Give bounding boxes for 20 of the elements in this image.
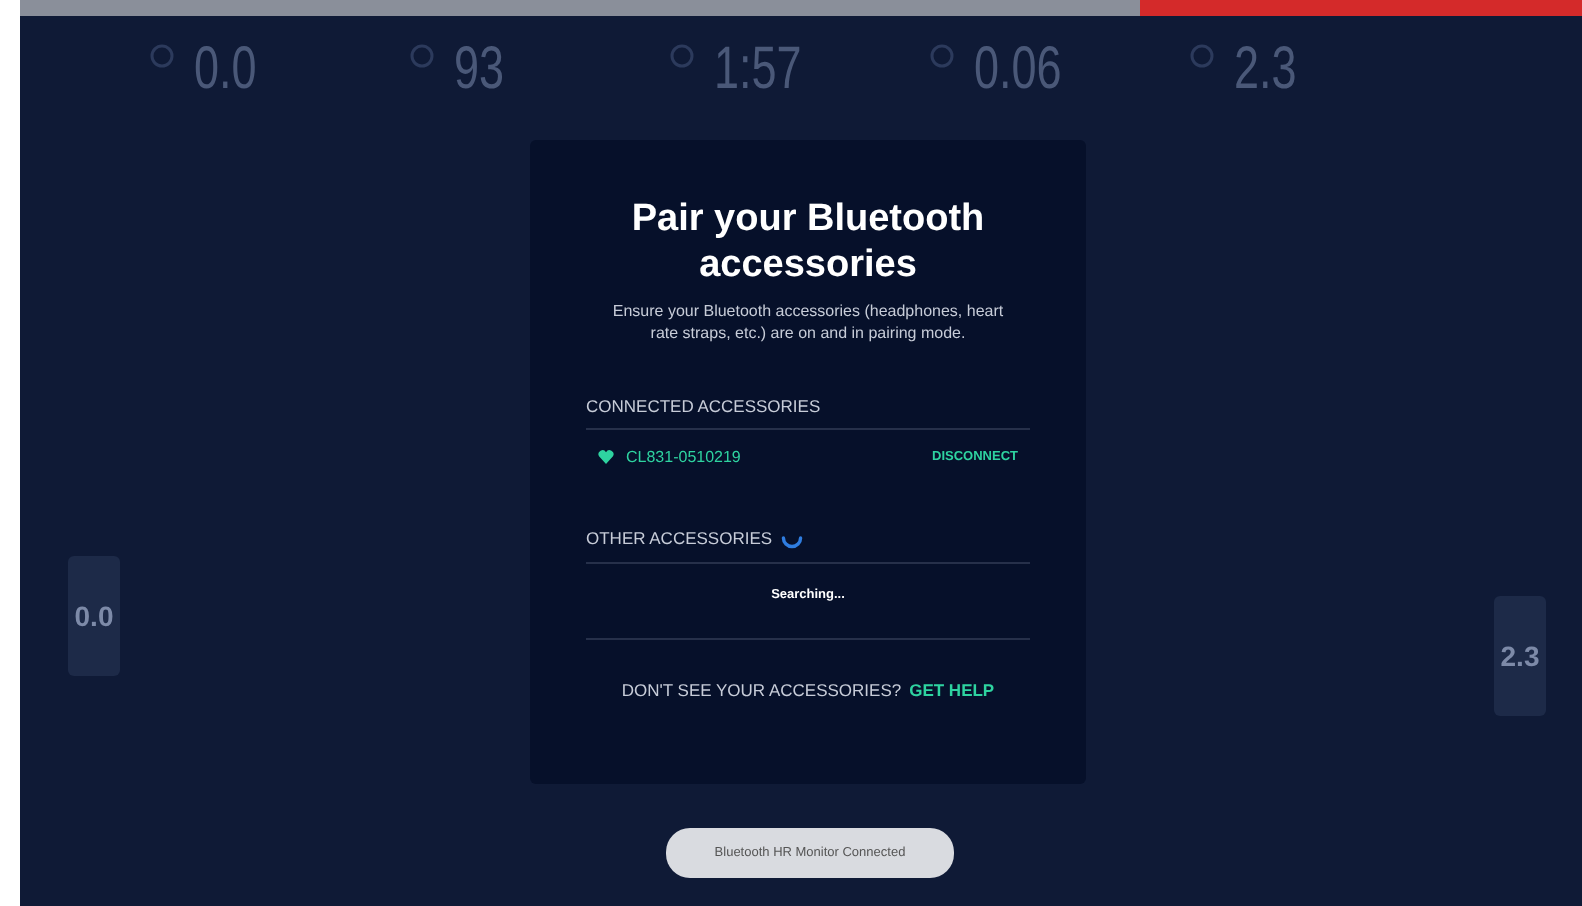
gauge-value: 2.3	[1500, 640, 1540, 672]
metric-value: 2.3	[1234, 36, 1297, 104]
metric-icon	[410, 44, 434, 68]
gauge-value: 0.0	[74, 600, 114, 632]
metric-icon	[1190, 44, 1214, 68]
metric-value: 93	[454, 36, 505, 104]
metric-icon	[670, 44, 694, 68]
metric-value: 0.06	[974, 36, 1062, 104]
section-heading: CONNECTED ACCESSORIES	[586, 396, 823, 416]
help-text: DON'T SEE YOUR ACCESSORIES?	[621, 680, 902, 700]
dialog-title: Pair your Bluetooth accessories	[629, 196, 987, 288]
dialog-description: Ensure your Bluetooth accessories (headphones, heart rate straps, etc.) are on and in pairing mode.	[610, 300, 1006, 344]
get-help-link[interactable]: GET HELP	[909, 680, 995, 700]
metric-icon	[150, 44, 174, 68]
heart-icon	[598, 450, 614, 464]
device-name: CL831-0510219	[626, 448, 743, 466]
metric-value: 1:57	[714, 36, 802, 104]
metric-value: 0.0	[194, 36, 257, 104]
metric-icon	[930, 44, 954, 68]
section-heading: OTHER ACCESSORIES	[586, 528, 773, 548]
